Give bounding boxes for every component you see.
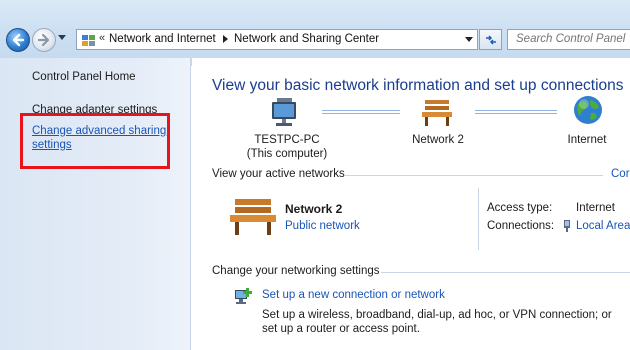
network-link-line <box>322 110 400 114</box>
network-location-link[interactable]: Public network <box>285 220 360 232</box>
network-label: Network 2 <box>412 134 464 146</box>
address-toolbar: « Network and Internet Network and Shari… <box>0 0 630 66</box>
globe-icon[interactable] <box>572 94 604 126</box>
breadcrumb-network-and-sharing-center[interactable]: Network and Sharing Center <box>234 33 379 45</box>
active-network-name: Network 2 <box>285 202 343 216</box>
search-box[interactable] <box>507 29 630 50</box>
bench-icon[interactable] <box>420 96 454 128</box>
control-panel-home-link[interactable]: Control Panel Home <box>32 70 136 84</box>
bench-icon[interactable] <box>228 195 278 237</box>
search-input[interactable] <box>516 33 629 45</box>
setup-new-connection-link[interactable]: Set up a new connection or network <box>262 289 445 301</box>
arrow-right-icon <box>37 33 50 47</box>
address-bar[interactable]: « Network and Internet Network and Shari… <box>76 29 478 50</box>
refresh-button[interactable] <box>479 29 502 50</box>
connect-or-disconnect-link[interactable]: Cor <box>611 168 630 180</box>
back-button[interactable] <box>6 28 30 52</box>
connections-label: Connections: <box>487 220 555 232</box>
breadcrumb-network-and-internet[interactable]: Network and Internet <box>109 33 216 45</box>
access-type-value: Internet <box>576 202 615 214</box>
computer-subtitle: (This computer) <box>246 148 328 160</box>
arrow-left-icon <box>12 33 25 47</box>
red-highlight-box <box>20 113 170 169</box>
refresh-icon <box>486 35 496 45</box>
vertical-divider <box>478 188 479 250</box>
section-divider <box>345 175 603 176</box>
active-networks-heading: View your active networks <box>212 168 345 180</box>
breadcrumb-overflow[interactable]: « <box>99 32 105 44</box>
computer-icon[interactable] <box>268 96 300 128</box>
computer-label: TESTPC-PC (This computer) <box>232 133 342 161</box>
setup-new-connection-description: Set up a wireless, broadband, dial-up, a… <box>262 309 612 335</box>
local-area-connection-link[interactable]: Local Area <box>576 220 630 232</box>
ethernet-icon <box>564 220 570 232</box>
control-panel-icon <box>82 35 95 46</box>
task-pane: Control Panel Home Change adapter settin… <box>0 58 191 350</box>
internet-label: Internet <box>567 134 607 146</box>
breadcrumb-separator-icon[interactable] <box>223 35 229 43</box>
section-divider <box>381 272 630 273</box>
recent-pages-chevron-icon[interactable] <box>58 35 66 41</box>
forward-button[interactable] <box>32 28 56 52</box>
page-title: View your basic network information and … <box>212 77 624 94</box>
computer-name: TESTPC-PC <box>254 134 320 146</box>
new-connection-icon <box>235 288 252 304</box>
access-type-label: Access type: <box>487 202 553 214</box>
change-settings-heading: Change your networking settings <box>212 265 380 277</box>
internet-link-line <box>475 110 557 114</box>
main-content: View your basic network information and … <box>192 58 630 350</box>
address-dropdown-chevron-icon[interactable] <box>465 37 473 43</box>
